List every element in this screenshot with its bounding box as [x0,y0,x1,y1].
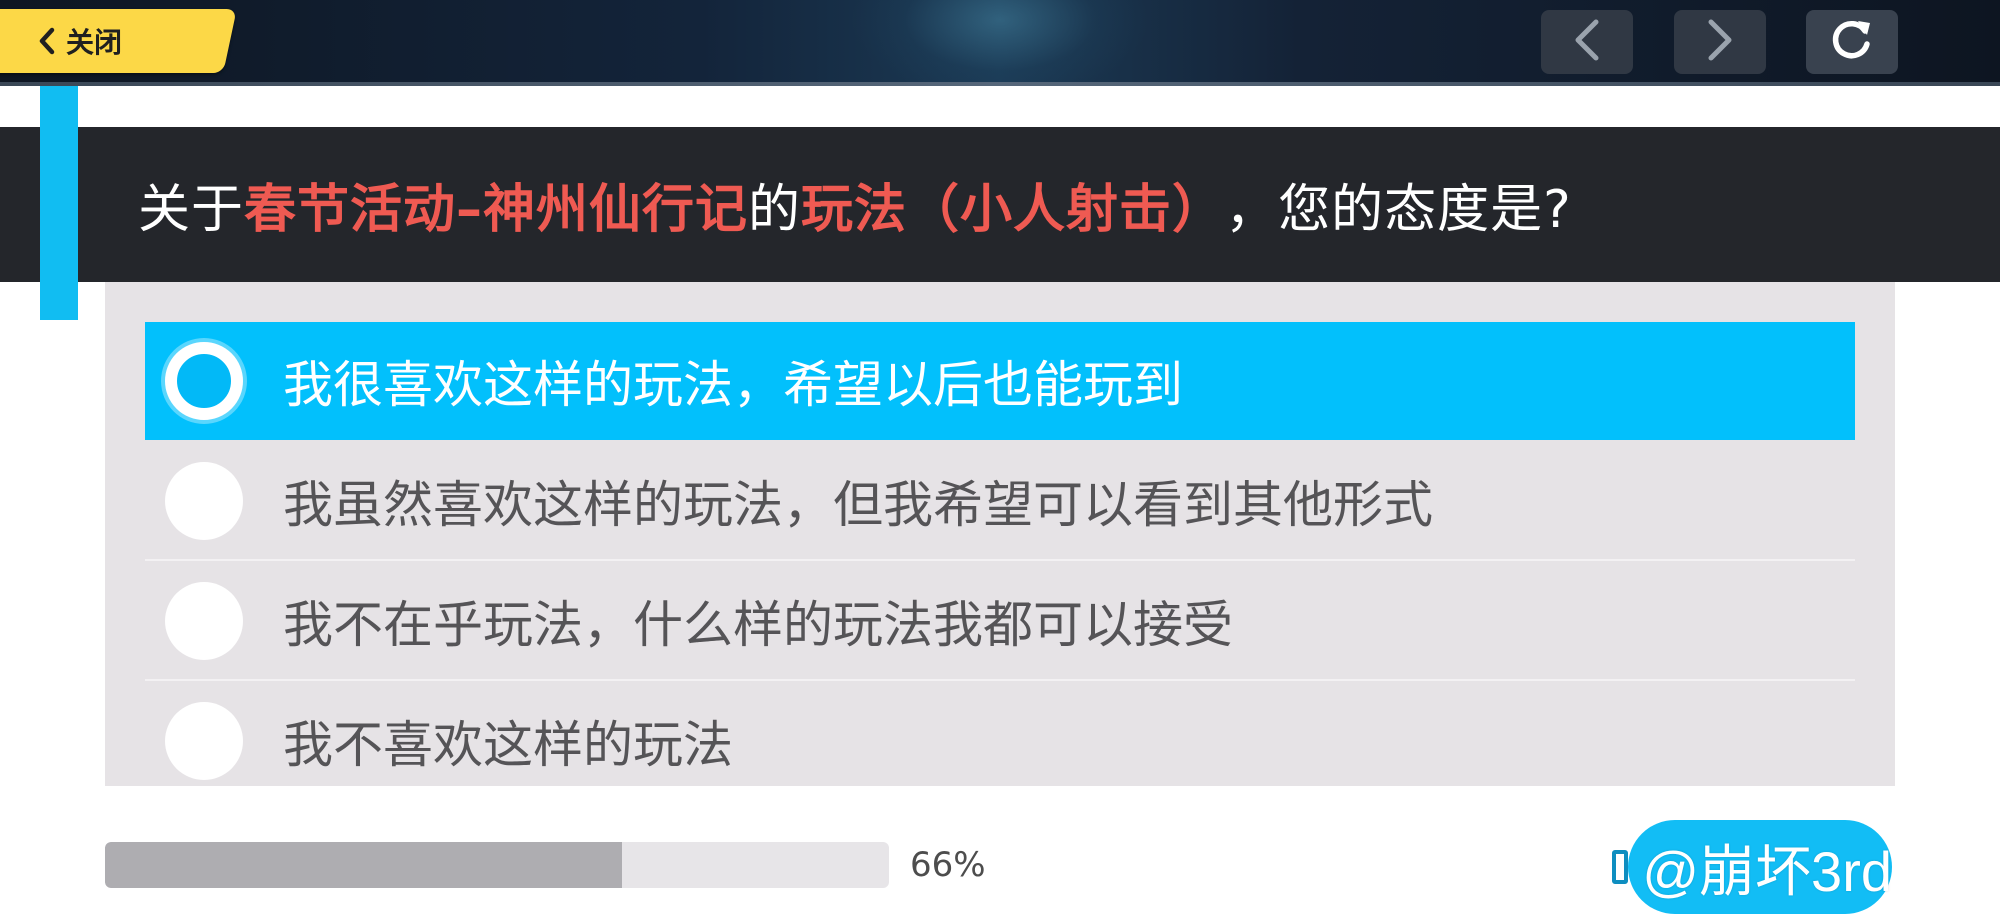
forward-button[interactable] [1674,10,1766,74]
radio-button[interactable] [165,702,243,780]
option-divider [145,679,1855,681]
option-label: 我虽然喜欢这样的玩法，但我希望可以看到其他形式 [283,476,1433,534]
question-text: 关于 春节活动–神州仙行记的玩法（小人射击） ，您的态度是? [138,127,1572,282]
topbar-edge [0,82,2000,86]
tv-icon [1612,850,1629,884]
option-item[interactable]: 我不在乎玩法，什么样的玩法我都可以接受 [145,562,1855,681]
option-label: 我不在乎玩法，什么样的玩法我都可以接受 [283,596,1233,654]
progress-bar [105,842,889,888]
option-divider [145,559,1855,561]
radio-button[interactable] [165,462,243,540]
watermark-text: @崩坏3rd [1642,839,1892,903]
radio-button-checked[interactable] [165,342,243,420]
question-part: 的 [748,180,802,240]
question-part-highlight: 春节活动–神州仙行记 [244,180,749,240]
refresh-icon [1829,17,1875,67]
close-button[interactable] [0,9,237,73]
question-part: 关于 [138,180,245,240]
accent-bar [40,86,78,320]
question-part: ，您的态度是? [1225,180,1572,240]
options-panel: 我很喜欢这样的玩法，希望以后也能玩到 我虽然喜欢这样的玩法，但我希望可以看到其他… [105,282,1895,786]
back-button[interactable] [1541,10,1633,74]
option-label: 我很喜欢这样的玩法，希望以后也能玩到 [283,356,1183,414]
progress-fill [105,842,623,888]
option-label: 我不喜欢这样的玩法 [283,716,733,774]
option-item[interactable]: 我不喜欢这样的玩法 [145,682,1855,800]
option-item[interactable]: 我很喜欢这样的玩法，希望以后也能玩到 [145,322,1855,440]
chevron-right-icon [1705,18,1735,66]
chevron-left-icon [1572,18,1602,66]
radio-button[interactable] [165,582,243,660]
progress-label: 66% [910,845,986,885]
watermark: @崩坏3rd [1612,820,1892,914]
topbar-glow [850,0,1150,86]
question-part-highlight: 玩法（小人射击） [801,180,1226,240]
refresh-button[interactable] [1806,10,1898,74]
top-bar: 关闭 [0,0,2000,86]
option-item[interactable]: 我虽然喜欢这样的玩法，但我希望可以看到其他形式 [145,442,1855,561]
